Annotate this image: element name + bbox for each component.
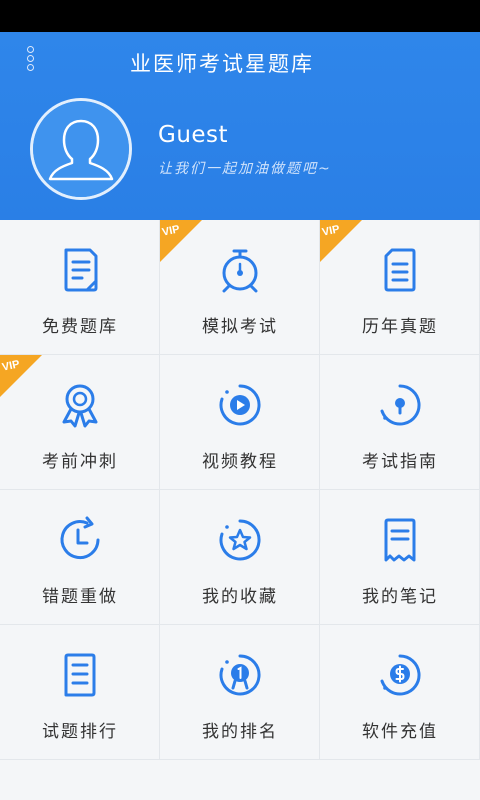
grid-item-my-notes[interactable]: 我的笔记 <box>320 490 480 625</box>
avatar[interactable] <box>30 98 132 200</box>
grid-item-my-ranking[interactable]: 我的排名 <box>160 625 320 760</box>
app-title: 业医师考试星题库 <box>130 52 314 76</box>
grid-item-mock-exam[interactable]: VIP 模拟考试 <box>160 220 320 355</box>
ranking-list-icon <box>64 653 95 697</box>
profile-header: 业医师考试星题库 Guest 让我们一起加油做题吧~ <box>0 32 480 220</box>
stopwatch-icon <box>222 249 257 293</box>
grid-item-redo-wrong[interactable]: 错题重做 <box>0 490 160 625</box>
medal-icon <box>219 654 260 696</box>
grid-item-label: 考试指南 <box>362 452 438 472</box>
list-document-icon <box>384 248 415 292</box>
slogan: 让我们一起加油做题吧~ <box>158 161 332 177</box>
grid-item-question-ranking[interactable]: 试题排行 <box>0 625 160 760</box>
coin-recharge-icon <box>380 654 421 696</box>
grid-item-label: 错题重做 <box>42 587 118 607</box>
receipt-note-icon <box>384 518 415 562</box>
play-circle-icon <box>219 384 260 426</box>
award-ribbon-icon <box>62 384 97 428</box>
grid-item-label: 历年真题 <box>362 317 438 337</box>
grid-item-label: 试题排行 <box>42 722 118 742</box>
grid-item-label: 我的笔记 <box>362 587 438 607</box>
grid-item-free-questions[interactable]: 免费题库 <box>0 220 160 355</box>
grid-item-label: 我的排名 <box>202 722 278 742</box>
grid-item-video-tutorials[interactable]: 视频教程 <box>160 355 320 490</box>
grid-item-label: 我的收藏 <box>202 587 278 607</box>
grid-item-exam-guide[interactable]: 考试指南 <box>320 355 480 490</box>
username: Guest <box>158 122 229 148</box>
grid-item-label: 软件充值 <box>362 722 438 742</box>
grid-item-past-papers[interactable]: VIP 历年真题 <box>320 220 480 355</box>
status-bar <box>0 0 480 32</box>
location-pin-icon <box>380 384 421 426</box>
grid-item-label: 模拟考试 <box>202 317 278 337</box>
user-silhouette-icon <box>33 101 129 197</box>
grid-item-label: 免费题库 <box>42 317 118 337</box>
document-icon <box>64 248 97 292</box>
more-menu-icon[interactable] <box>22 46 38 76</box>
feature-grid: 免费题库 VIP 模拟考试 VIP 历年真题 VIP 考前冲刺 视频教程 考试指… <box>0 220 480 760</box>
star-circle-icon <box>219 519 260 561</box>
grid-item-label: 视频教程 <box>202 452 278 472</box>
grid-item-label: 考前冲刺 <box>42 452 118 472</box>
clock-redo-icon <box>60 516 99 560</box>
grid-item-final-sprint[interactable]: VIP 考前冲刺 <box>0 355 160 490</box>
grid-item-my-favorites[interactable]: 我的收藏 <box>160 490 320 625</box>
grid-item-recharge[interactable]: 软件充值 <box>320 625 480 760</box>
